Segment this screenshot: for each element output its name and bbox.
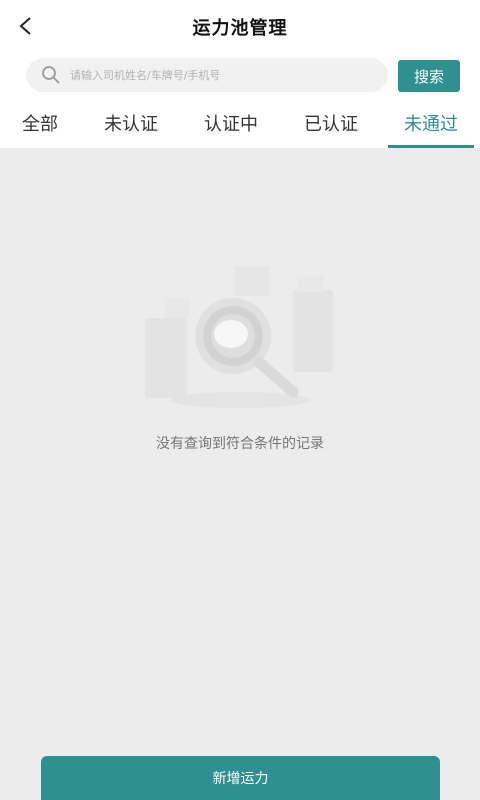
tab-verified-label: 已认证 [304,114,358,135]
tab-unverified[interactable]: 未认证 [96,104,166,148]
add-capacity-button[interactable]: 新增运力 [41,756,440,800]
tab-verified[interactable]: 已认证 [296,104,366,148]
search-row: 搜索 [0,56,480,96]
top-bar: 运力池管理 搜索 全部 未认证 认证中 已认证 未通过 [0,0,480,148]
tab-verifying[interactable]: 认证中 [196,104,266,148]
tab-all-label: 全部 [22,114,58,135]
tab-verifying-label: 认证中 [204,114,258,135]
tab-unverified-label: 未认证 [104,114,158,135]
empty-state: 没有查询到符合条件的记录 [0,148,480,748]
tab-rejected-label: 未通过 [404,114,458,135]
tab-rejected[interactable]: 未通过 [388,104,474,148]
search-input[interactable] [68,67,372,83]
search-icon [42,66,60,84]
empty-search-illustration [145,266,333,408]
back-button[interactable] [12,12,40,40]
nav-bar: 运力池管理 [0,0,480,54]
page-title: 运力池管理 [192,18,288,39]
chevron-left-icon [19,17,31,35]
search-box[interactable] [26,58,388,92]
empty-message: 没有查询到符合条件的记录 [156,436,324,452]
tab-bar: 全部 未认证 认证中 已认证 未通过 [0,104,480,148]
tab-all[interactable]: 全部 [12,104,68,148]
search-button[interactable]: 搜索 [398,60,460,92]
